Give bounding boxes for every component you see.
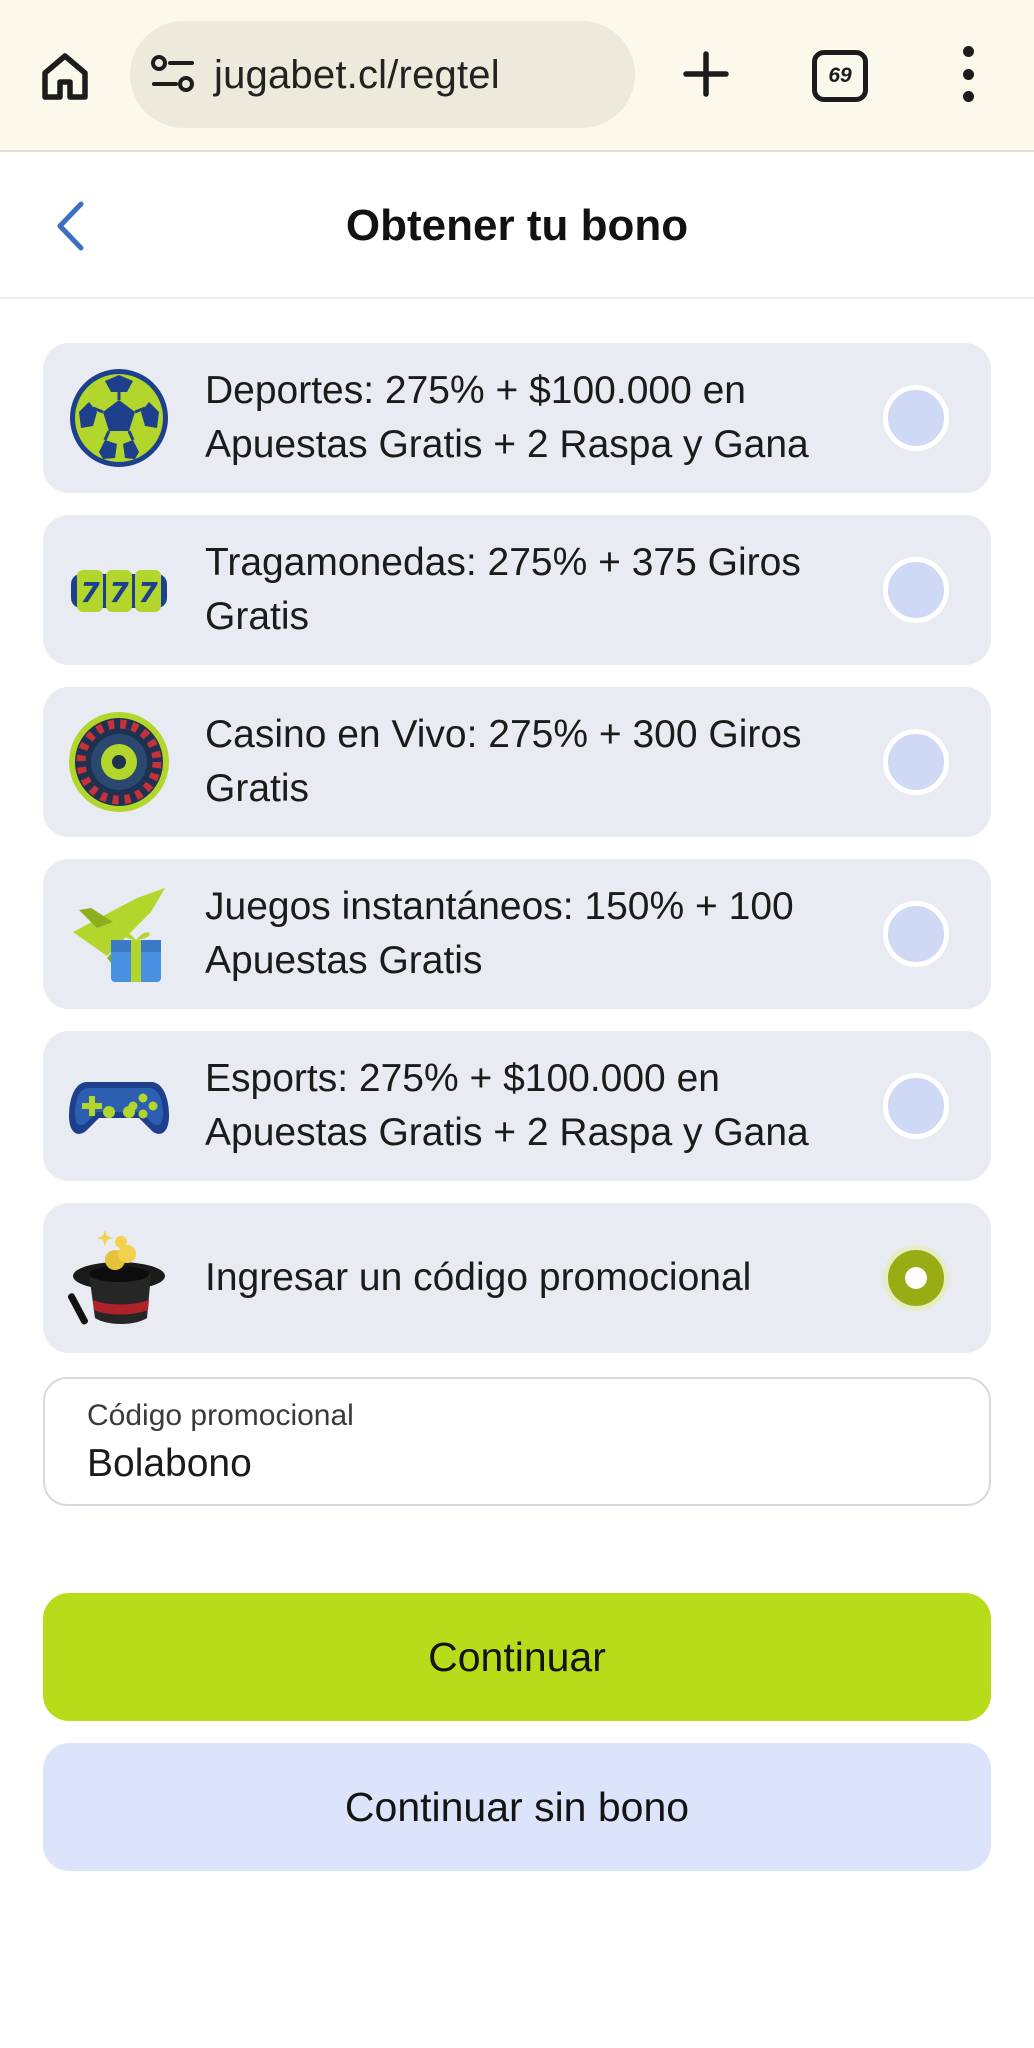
bonus-option-label: Casino en Vivo: 275% + 300 Giros Gratis — [205, 713, 802, 810]
bonus-option-label: Juegos instantáneos: 150% + 100 Apuestas… — [205, 885, 794, 982]
site-settings-icon[interactable] — [150, 54, 196, 94]
home-button[interactable] — [34, 44, 96, 106]
bonus-option-label: Deportes: 275% + $100.000 en Apuestas Gr… — [205, 369, 809, 466]
menu-dot — [962, 91, 974, 102]
bonus-option-list: Deportes: 275% + $100.000 en Apuestas Gr… — [43, 343, 991, 1375]
promo-code-input[interactable] — [87, 1439, 947, 1489]
url-text[interactable]: jugabet.cl/regtel — [214, 51, 500, 99]
tab-switcher-button[interactable]: 69 — [812, 50, 868, 102]
gamepad-icon — [67, 1054, 171, 1158]
browser-toolbar: jugabet.cl/regtel 69 — [0, 0, 1034, 152]
continue-without-bonus-button[interactable]: Continuar sin bono — [43, 1743, 991, 1871]
tab-count: 69 — [828, 64, 852, 87]
continue-button[interactable]: Continuar — [43, 1593, 991, 1721]
bonus-radio-tragamonedas[interactable] — [883, 557, 949, 623]
more-menu-icon — [962, 46, 974, 57]
bonus-option-juegos-instantaneos[interactable]: Juegos instantáneos: 150% + 100 Apuestas… — [43, 859, 991, 1009]
menu-dot — [962, 68, 974, 80]
new-tab-icon — [683, 51, 729, 97]
bonus-option-esports[interactable]: Esports: 275% + $100.000 en Apuestas Gra… — [43, 1031, 991, 1181]
roulette-wheel-icon — [67, 710, 171, 814]
new-tab-button[interactable] — [676, 44, 736, 104]
bonus-option-label: Esports: 275% + $100.000 en Apuestas Gra… — [205, 1057, 809, 1154]
address-bar[interactable]: jugabet.cl/regtel — [130, 21, 635, 128]
bonus-radio-esports[interactable] — [883, 1073, 949, 1139]
plane-gift-icon — [67, 882, 171, 986]
bonus-option-label: Tragamonedas: 275% + 375 Giros Gratis — [205, 541, 801, 638]
bonus-option-tragamonedas[interactable]: 7 7 7 Tragamonedas: 275% + 375 Giros Gra… — [43, 515, 991, 665]
svg-text:7: 7 — [80, 576, 100, 609]
svg-text:7: 7 — [138, 576, 158, 609]
page-title: Obtener tu bono — [345, 201, 689, 250]
magic-hat-icon — [67, 1226, 171, 1330]
bonus-option-casino-en-vivo[interactable]: Casino en Vivo: 275% + 300 Giros Gratis — [43, 687, 991, 837]
bonus-radio-codigo-promocional[interactable] — [883, 1245, 949, 1311]
more-menu-button[interactable] — [950, 46, 986, 102]
soccer-ball-icon — [67, 366, 171, 470]
bonus-radio-deportes[interactable] — [883, 385, 949, 451]
bonus-radio-juegos-instantaneos[interactable] — [883, 901, 949, 967]
bonus-option-label: Ingresar un código promocional — [205, 1256, 752, 1299]
svg-text:7: 7 — [109, 576, 129, 609]
bonus-radio-casino-en-vivo[interactable] — [883, 729, 949, 795]
bonus-option-deportes[interactable]: Deportes: 275% + $100.000 en Apuestas Gr… — [43, 343, 991, 493]
promo-code-field[interactable]: Código promocional — [43, 1377, 991, 1506]
promo-code-label: Código promocional — [87, 1399, 354, 1432]
bonus-option-codigo-promocional[interactable]: Ingresar un código promocional — [43, 1203, 991, 1353]
slot-777-icon: 7 7 7 — [67, 538, 171, 642]
home-icon — [42, 53, 88, 100]
page-header: Obtener tu bono — [0, 152, 1034, 299]
